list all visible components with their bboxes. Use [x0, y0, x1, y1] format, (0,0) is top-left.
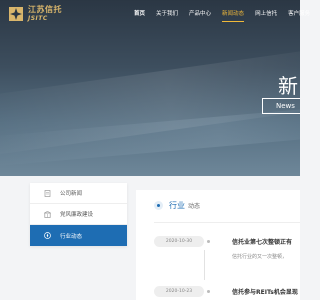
- sidebar-item-label: 党风廉政建设: [60, 212, 94, 218]
- sidebar-item-company-news[interactable]: 公司新闻: [30, 183, 127, 204]
- logo-name-en: JSITC: [28, 15, 48, 22]
- timeline-line: [204, 250, 205, 280]
- news-date: 2020-10-23: [154, 286, 204, 297]
- logo-mark-icon: [8, 6, 24, 22]
- news-list-panel: 行业 动态 2020-10-30 信托业第七次整顿正有 信托行业的又一次整顿， …: [136, 190, 300, 300]
- section-bullet-icon: [154, 201, 163, 210]
- sidebar-item-party-integrity[interactable]: 党风廉政建设: [30, 204, 127, 225]
- nav-item-products[interactable]: 产品中心: [189, 9, 211, 19]
- section-title: 行业: [169, 201, 185, 210]
- nav-item-about[interactable]: 关于我们: [156, 9, 178, 19]
- section-header: 行业 动态: [154, 200, 200, 211]
- news-title[interactable]: 信托参与REITs机会显现: [232, 287, 298, 296]
- timeline-dot: [207, 290, 210, 293]
- nav-item-home[interactable]: 首页: [134, 9, 145, 19]
- nav-item-news[interactable]: 新闻动态: [222, 9, 245, 22]
- nav-item-customer-service[interactable]: 客户服务: [288, 9, 310, 19]
- site-header: 江苏信托 JSITC 首页 关于我们 产品中心 新闻动态 网上信托 客户服务: [0, 0, 310, 32]
- news-category-sidebar: 公司新闻 党风廉政建设 行业动态: [30, 183, 127, 246]
- document-icon: [44, 189, 51, 197]
- logo-name-cn: 江苏信托: [28, 5, 62, 14]
- sidebar-item-industry-news[interactable]: 行业动态: [30, 225, 127, 246]
- site-logo[interactable]: 江苏信托 JSITC: [8, 5, 62, 22]
- sidebar-item-label: 公司新闻: [60, 191, 83, 197]
- building-icon: [44, 210, 51, 218]
- section-subtitle: 动态: [188, 203, 201, 210]
- hero-title: 新: [278, 74, 298, 98]
- nav-item-online-trust[interactable]: 网上信托: [255, 9, 277, 19]
- section-divider: [154, 222, 300, 223]
- news-title[interactable]: 信托业第七次整顿正有: [232, 237, 292, 246]
- main-nav: 首页 关于我们 产品中心 新闻动态 网上信托 客户服务: [134, 9, 320, 22]
- sidebar-item-label: 行业动态: [60, 233, 83, 240]
- compass-icon: [44, 232, 51, 239]
- news-date: 2020-10-30: [154, 236, 204, 247]
- news-description: 信托行业的又一次整顿，: [232, 254, 288, 260]
- hero-news-label: News: [262, 98, 300, 114]
- timeline-dot: [207, 240, 210, 243]
